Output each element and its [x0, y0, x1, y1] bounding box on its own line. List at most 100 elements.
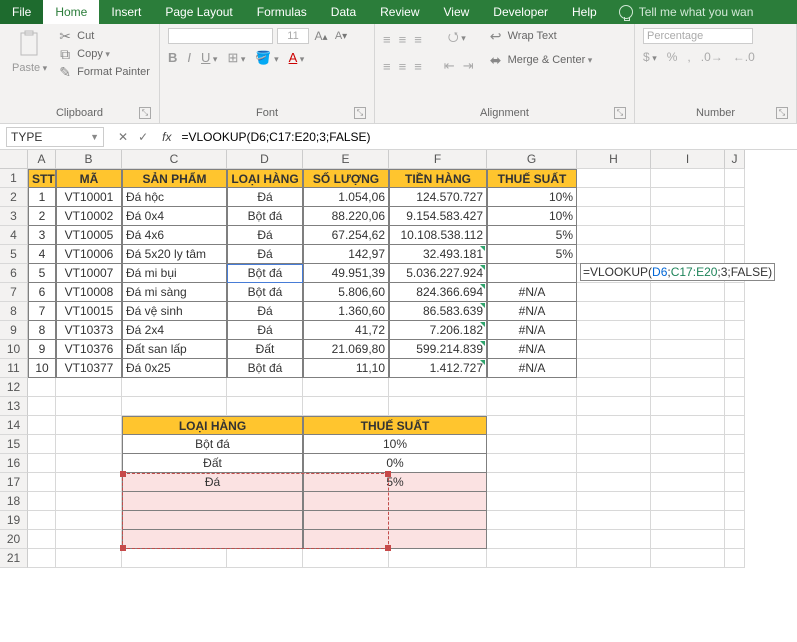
cell[interactable]: VT10001 [56, 188, 122, 207]
cell[interactable] [725, 416, 745, 435]
cell[interactable] [303, 511, 487, 530]
row-header[interactable]: 6 [0, 264, 28, 283]
cell[interactable] [577, 416, 651, 435]
row-header[interactable]: 2 [0, 188, 28, 207]
align-top-button[interactable]: ≡ [383, 32, 391, 47]
cell[interactable]: Đá mi bụi [122, 264, 227, 283]
cell[interactable]: Bột đá [122, 435, 303, 454]
align-left-button[interactable]: ≡ [383, 59, 391, 74]
row-header[interactable]: 18 [0, 492, 28, 511]
cell[interactable]: Đá 5x20 ly tâm [122, 245, 227, 264]
cell[interactable]: 1 [28, 188, 56, 207]
cell[interactable] [28, 454, 56, 473]
cell[interactable] [577, 169, 651, 188]
cell[interactable] [28, 549, 56, 568]
cell[interactable]: Đá [227, 226, 303, 245]
cell[interactable] [28, 416, 56, 435]
cell[interactable]: Đá mi sàng [122, 283, 227, 302]
cell[interactable]: 10% [487, 188, 577, 207]
cell[interactable] [56, 492, 122, 511]
tab-formulas[interactable]: Formulas [245, 0, 319, 24]
cell[interactable] [577, 226, 651, 245]
comma-format-button[interactable]: , [687, 50, 690, 64]
clipboard-launcher[interactable]: ⤡ [139, 107, 151, 119]
cell[interactable]: 599.214.839 [389, 340, 487, 359]
row-header[interactable]: 10 [0, 340, 28, 359]
cell[interactable]: Đá [122, 473, 303, 492]
row-header[interactable]: 3 [0, 207, 28, 226]
tell-me[interactable]: Tell me what you wan [609, 0, 764, 24]
cell[interactable] [487, 492, 577, 511]
cell[interactable]: 10% [487, 207, 577, 226]
cell[interactable]: Đá [227, 245, 303, 264]
cell[interactable]: 4 [28, 245, 56, 264]
cell[interactable] [28, 530, 56, 549]
cell[interactable] [651, 492, 725, 511]
row-header[interactable]: 1 [0, 169, 28, 188]
cell[interactable] [577, 188, 651, 207]
cell[interactable] [389, 378, 487, 397]
cell[interactable]: 6 [28, 283, 56, 302]
align-right-button[interactable]: ≡ [414, 59, 422, 74]
cell[interactable] [577, 207, 651, 226]
increase-decimal-button[interactable]: .0→ [701, 50, 723, 64]
cell[interactable] [651, 169, 725, 188]
row-header[interactable]: 9 [0, 321, 28, 340]
cell[interactable] [487, 454, 577, 473]
enter-formula-button[interactable]: ✓ [138, 130, 148, 144]
cell[interactable]: Đá hộc [122, 188, 227, 207]
cell[interactable] [651, 435, 725, 454]
cell[interactable] [577, 245, 651, 264]
cell[interactable] [651, 226, 725, 245]
in-cell-formula-editor[interactable]: =VLOOKUP(D6;C17:E20;3;FALSE) [580, 263, 775, 281]
italic-button[interactable]: I [187, 50, 191, 66]
cell[interactable]: LOẠI HÀNG [227, 169, 303, 188]
fill-color-button[interactable]: 🪣 [255, 50, 278, 66]
cell[interactable]: 1.054,06 [303, 188, 389, 207]
cell[interactable] [577, 378, 651, 397]
cell[interactable]: 5.806,60 [303, 283, 389, 302]
cell[interactable]: 67.254,62 [303, 226, 389, 245]
cell[interactable]: TIỀN HÀNG [389, 169, 487, 188]
tab-review[interactable]: Review [368, 0, 431, 24]
cell[interactable]: VT10002 [56, 207, 122, 226]
cell[interactable]: 49.951,39 [303, 264, 389, 283]
cell[interactable] [577, 435, 651, 454]
cell[interactable] [651, 340, 725, 359]
cell[interactable] [487, 397, 577, 416]
cell[interactable]: THUẾ SUẤT [487, 169, 577, 188]
cell[interactable]: VT10015 [56, 302, 122, 321]
cell[interactable]: 142,97 [303, 245, 389, 264]
cell[interactable] [389, 397, 487, 416]
row-header[interactable]: 21 [0, 549, 28, 568]
decrease-indent-button[interactable]: ⇤ [444, 58, 455, 74]
cell[interactable] [577, 397, 651, 416]
cell[interactable]: MÃ [56, 169, 122, 188]
row-header[interactable]: 8 [0, 302, 28, 321]
col-header[interactable]: E [303, 150, 389, 169]
number-format-select[interactable] [643, 28, 753, 44]
row-header[interactable]: 4 [0, 226, 28, 245]
cell[interactable]: #N/A [487, 321, 577, 340]
cell[interactable] [577, 549, 651, 568]
cell[interactable] [303, 549, 389, 568]
cell[interactable] [28, 473, 56, 492]
cell[interactable] [651, 416, 725, 435]
paste-button[interactable]: Paste [8, 28, 51, 105]
row-header[interactable]: 13 [0, 397, 28, 416]
underline-button[interactable]: U [201, 50, 217, 66]
cell[interactable] [303, 378, 389, 397]
cell[interactable]: Đất [122, 454, 303, 473]
row-header[interactable]: 20 [0, 530, 28, 549]
cell[interactable] [487, 530, 577, 549]
tab-data[interactable]: Data [319, 0, 368, 24]
font-color-button[interactable]: A [289, 50, 305, 66]
col-header[interactable]: C [122, 150, 227, 169]
cell[interactable] [577, 283, 651, 302]
cell[interactable] [651, 454, 725, 473]
increase-font-icon[interactable]: A▴ [313, 28, 329, 44]
cell[interactable]: VT10006 [56, 245, 122, 264]
cell[interactable]: 7.206.182 [389, 321, 487, 340]
cell[interactable] [725, 283, 745, 302]
cell[interactable]: 88.220,06 [303, 207, 389, 226]
